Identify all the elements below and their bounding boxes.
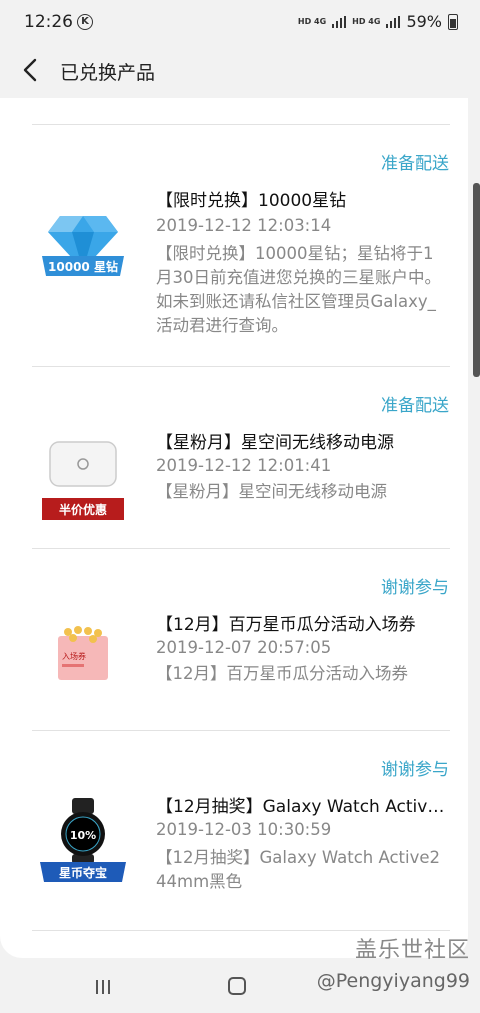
redeemed-list: 准备配送 10000 星钻 【限时兑换】10000星钻 2019-12-12 1… [0, 98, 468, 958]
watch-thumbnail: 10% 星币夺宝 [40, 798, 126, 882]
scrollbar[interactable] [473, 183, 480, 377]
thumb-label: 入场券 [62, 651, 86, 661]
thumb-label: 星币夺宝 [59, 865, 107, 880]
item-date: 2019-12-03 10:30:59 [156, 820, 332, 839]
item-name: 【星粉月】星空间无线移动电源 [156, 433, 394, 453]
notification-k-icon: K [77, 14, 93, 30]
signal-1-icon [332, 15, 347, 28]
back-arrow-icon[interactable] [20, 56, 44, 84]
battery-percent: 59% [406, 12, 442, 31]
watermark-user: @Pengyiyang99 [316, 970, 470, 992]
thumb-label: 10000 星钻 [48, 259, 118, 274]
item-name: 【12月】百万星币瓜分活动入场券 [156, 615, 416, 635]
item-description: 【限时兑换】10000星钻；星钻将于1月30日前充值进您兑换的三星账户中。如未到… [156, 244, 441, 335]
item-description: 【星粉月】星空间无线移动电源 [156, 482, 387, 501]
home-icon[interactable] [228, 977, 246, 995]
signal-2-icon [386, 15, 401, 28]
ticket-thumbnail: 入场券 [58, 626, 108, 680]
item-status: 谢谢参与 [381, 578, 449, 598]
item-date: 2019-12-12 12:03:14 [156, 216, 332, 235]
item-name: 【限时兑换】10000星钻 [156, 191, 347, 211]
item-name: 【12月抽奖】Galaxy Watch Active2 44mm黑色 [156, 797, 452, 817]
watch-face-text: 10% [70, 829, 96, 842]
item-date: 2019-12-07 20:57:05 [156, 638, 332, 657]
thumb-label: 半价优惠 [59, 502, 107, 517]
item-description: 【12月】百万星币瓜分活动入场券 [156, 664, 408, 683]
divider [32, 730, 450, 731]
watermark-community: 盖乐世社区 [354, 938, 470, 963]
item-status: 准备配送 [381, 154, 449, 174]
app-header: 已兑换产品 [0, 44, 480, 98]
battery-icon [448, 13, 458, 30]
divider [32, 124, 450, 125]
page-title: 已兑换产品 [60, 62, 156, 84]
network-2-label: HD 4G [352, 17, 381, 26]
divider [32, 366, 450, 367]
divider [32, 548, 450, 549]
diamond-thumbnail: 10000 星钻 [42, 216, 124, 276]
item-status: 准备配送 [381, 396, 449, 416]
item-status: 谢谢参与 [381, 760, 449, 780]
divider [32, 930, 450, 931]
power-bank-thumbnail: 半价优惠 [42, 441, 124, 520]
status-indicators: HD 4G HD 4G 59% [298, 12, 458, 31]
item-date: 2019-12-12 12:01:41 [156, 456, 332, 475]
status-time: 12:26 [24, 12, 73, 32]
item-description: 【12月抽奖】Galaxy Watch Active2 44mm黑色 [156, 848, 441, 891]
recent-apps-icon[interactable] [96, 980, 112, 994]
network-1-label: HD 4G [297, 17, 327, 26]
status-bar: 12:26 K HD 4G HD 4G 59% [0, 0, 480, 44]
